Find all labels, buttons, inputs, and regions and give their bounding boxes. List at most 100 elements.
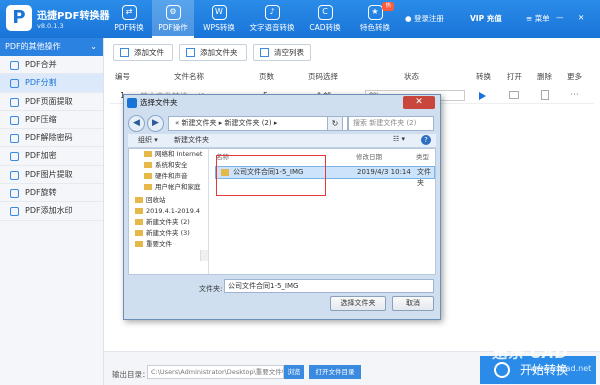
tree-item[interactable]: 重要文件 <box>129 239 208 250</box>
watermark-icon <box>10 207 19 217</box>
cancel-button[interactable]: 取消 <box>392 296 434 311</box>
col-open: 打开 <box>507 72 522 81</box>
address-bar: ◀ ▶ « 新建文件夹 ▸ 新建文件夹 (2) ▸ ↻ 搜索 新建文件夹 (2) <box>128 114 436 133</box>
shield-icon <box>144 162 152 168</box>
tree-item[interactable]: 硬件和声音 <box>129 171 208 182</box>
start-icon <box>494 362 510 378</box>
sidebar-item-image-extract[interactable]: PDF图片提取 <box>0 166 103 185</box>
tab-wps-convert[interactable]: W WPS转换 <box>196 0 242 38</box>
recycle-bin-icon <box>135 197 143 203</box>
dialog-search-input[interactable]: 搜索 新建文件夹 (2) <box>348 116 434 131</box>
refresh-icon[interactable]: ↻ <box>327 116 343 131</box>
tree-item[interactable]: 系统和安全 <box>129 160 208 171</box>
new-folder-button[interactable]: 新建文件夹 <box>174 135 209 145</box>
lock-icon <box>10 152 19 162</box>
highlight-box <box>216 155 326 196</box>
tab-special-convert[interactable]: ★ 特色转换 热 <box>350 0 400 38</box>
select-folder-button[interactable]: 选择文件夹 <box>330 296 386 311</box>
vip-link[interactable]: VIP 充值 <box>470 13 502 24</box>
network-icon <box>144 151 152 157</box>
folder-icon <box>135 241 143 247</box>
sidebar-item-compress[interactable]: PDF压缩 <box>0 111 103 130</box>
speech-icon: ♪ <box>264 5 280 20</box>
unlock-icon <box>10 134 19 144</box>
rotate-icon <box>10 189 19 199</box>
col-status: 状态 <box>404 72 419 81</box>
app-small-icon <box>127 98 137 108</box>
trash-icon[interactable] <box>541 90 549 100</box>
tree-item[interactable]: 回收站 <box>129 195 208 206</box>
play-icon[interactable] <box>479 92 486 100</box>
col-delete: 删除 <box>537 72 552 81</box>
tab-cad-convert[interactable]: C CAD转换 <box>302 0 348 38</box>
browse-button[interactable]: 浏览 <box>284 365 304 379</box>
tab-pdf-operations[interactable]: ⚙ PDF操作 <box>152 0 194 38</box>
more-icon[interactable]: ⋯ <box>570 90 579 100</box>
organize-menu[interactable]: 组织 ▾ <box>138 135 158 145</box>
tab-text-speech[interactable]: ♪ 文字语音转换 <box>244 0 300 38</box>
sidebar-item-pdf-split[interactable]: PDF分割 <box>0 74 103 93</box>
dialog-close-button[interactable]: ✕ <box>403 96 435 109</box>
menu-icon: ≡ <box>526 14 533 23</box>
app-title: 迅捷PDF转换器 <box>37 11 110 22</box>
sidebar-item-rotate[interactable]: PDF旋转 <box>0 184 103 203</box>
open-directory-button[interactable]: 打开文件目录 <box>309 365 361 379</box>
hot-badge: 热 <box>382 2 394 11</box>
tab-pdf-convert[interactable]: ⇄ PDF转换 <box>108 0 150 38</box>
tree-item[interactable]: 新建文件夹 (2) <box>129 217 208 228</box>
sidebar-item-unlock[interactable]: PDF解除密码 <box>0 129 103 148</box>
add-file-button[interactable]: 添加文件 <box>113 44 173 61</box>
image-icon <box>10 170 19 180</box>
folder-open-icon[interactable] <box>509 91 519 99</box>
tree-item[interactable]: 网络和 Internet <box>129 149 208 160</box>
add-file-icon <box>120 48 129 57</box>
dialog-toolbar: 组织 ▾ 新建文件夹 ☷ ▾ ? <box>128 134 436 148</box>
gear-icon: ⚙ <box>165 5 181 20</box>
chevron-down-icon: ⌄ <box>90 42 97 51</box>
app-version: v8.0.1.3 <box>37 22 64 30</box>
app-logo: P <box>6 5 32 31</box>
help-icon[interactable]: ? <box>421 135 431 145</box>
col-pages: 页数 <box>259 72 274 81</box>
output-path-input[interactable]: C:\Users\Administrator\Desktop\重要文件\ <box>147 365 284 379</box>
sidebar-header[interactable]: PDF的其他操作 ⌄ <box>0 38 103 56</box>
printer-icon <box>144 173 152 179</box>
login-link[interactable]: ● 登录注册 <box>405 13 444 24</box>
page-icon <box>10 97 19 107</box>
add-folder-button[interactable]: 添加文件夹 <box>179 44 247 61</box>
compress-icon <box>10 115 19 125</box>
sidebar-item-page-extract[interactable]: PDF页面提取 <box>0 93 103 111</box>
breadcrumb[interactable]: « 新建文件夹 ▸ 新建文件夹 (2) ▸ <box>168 116 348 131</box>
star-icon: ★ <box>367 5 383 20</box>
tree-item[interactable]: 新建文件夹 (3) <box>129 228 208 239</box>
col-more: 更多 <box>567 72 582 81</box>
view-options-icon[interactable]: ☷ ▾ <box>393 135 405 143</box>
top-bar: P 迅捷PDF转换器 v8.0.1.3 ⇄ PDF转换 ⚙ PDF操作 W WP… <box>0 0 600 38</box>
minimize-button[interactable]: — <box>556 13 564 22</box>
menu-button[interactable]: ≡ 菜单 <box>526 13 550 24</box>
back-arrow-icon[interactable]: ◀ <box>128 115 145 132</box>
tree-item[interactable]: 2019.4.1-2019.4 <box>129 206 208 217</box>
tree-scrollbar[interactable] <box>200 250 208 261</box>
clear-list-button[interactable]: 清空列表 <box>253 44 311 61</box>
select-folder-dialog: 选择文件夹 ✕ ◀ ▶ « 新建文件夹 ▸ 新建文件夹 (2) ▸ ↻ 搜索 新… <box>123 94 441 320</box>
tree-item[interactable]: 用户帐户和家庭 <box>129 182 208 193</box>
sidebar-item-encrypt[interactable]: PDF加密 <box>0 147 103 166</box>
folder-icon <box>135 208 143 214</box>
split-icon <box>10 79 19 89</box>
close-button[interactable]: ✕ <box>578 13 584 22</box>
sidebar-item-pdf-merge[interactable]: PDF合并 <box>0 56 103 75</box>
users-icon <box>144 184 152 190</box>
folder-name-input[interactable]: 公司文件合同1-5_IMG <box>224 279 434 293</box>
col-filename: 文件名称 <box>174 72 204 81</box>
clear-icon <box>260 48 269 57</box>
watermark-url: www.xdcad.net <box>530 364 592 373</box>
col-page-range: 页码选择 <box>308 72 338 81</box>
watermark-logo: 迅东 CAD <box>492 344 569 362</box>
folder-label: 文件夹: <box>199 285 223 293</box>
forward-arrow-icon[interactable]: ▶ <box>147 115 164 132</box>
folder-icon <box>135 230 143 236</box>
w-icon: W <box>211 5 227 20</box>
sidebar-item-watermark[interactable]: PDF添加水印 <box>0 202 103 221</box>
merge-icon <box>10 61 19 70</box>
